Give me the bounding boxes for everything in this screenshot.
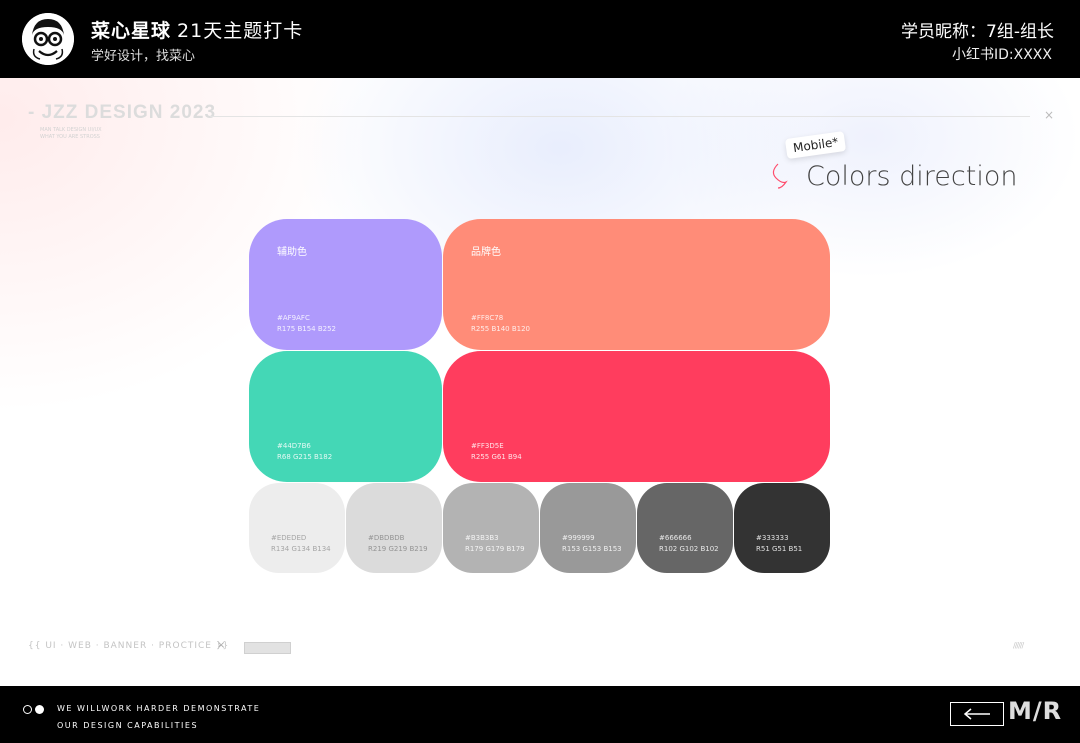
section-title: Colors direction: [806, 161, 1018, 192]
swatch-values: #DBDBDB R219 G219 B219: [368, 533, 428, 555]
swatch-values: #AF9AFC R175 B154 B252: [277, 313, 336, 335]
swatch-green[interactable]: #44D7B6 R68 G215 B182: [249, 351, 442, 482]
footer-line-1: WE WILLWORK HARDER DEMONSTRATE: [57, 704, 261, 713]
swatch-hex: #FF3D5E: [471, 442, 504, 450]
swatch-values: #EDEDED R134 G134 B134: [271, 533, 331, 555]
close-icon[interactable]: ×: [1044, 108, 1054, 122]
header-bar: 菜心星球 21天主题打卡 学好设计，找菜心 学员昵称：7组-组长 小红书ID:XX…: [0, 0, 1080, 78]
swatch-gray-6[interactable]: #333333 R51 G51 B51: [734, 483, 830, 573]
swatch-rgb: R51 G51 B51: [756, 545, 803, 553]
brand-small-line-2: WHAT YOU ARE STROSS: [40, 134, 100, 140]
placeholder-box: [244, 642, 291, 654]
swatch-label: 辅助色: [277, 247, 307, 258]
brand-heading: - JZZ DESIGN 2023: [28, 102, 217, 123]
swatch-hex: #DBDBDB: [368, 534, 405, 542]
mobile-tag: Mobile*: [784, 130, 847, 160]
hatch-decoration: //////: [1013, 641, 1024, 650]
swatch-assist[interactable]: 辅助色 #AF9AFC R175 B154 B252: [249, 219, 442, 350]
footer-bar: WE WILLWORK HARDER DEMONSTRATE OUR DESIG…: [0, 686, 1080, 743]
swatch-values: #666666 R102 G102 B102: [659, 533, 719, 555]
cartoon-face-icon: [22, 13, 74, 65]
swatch-red[interactable]: #FF3D5E R255 G61 B94: [443, 351, 830, 482]
tagline: 学好设计，找菜心: [91, 49, 196, 64]
swatch-hex: #999999: [562, 534, 595, 542]
brand-small-text: MAN TALK DESIGN UI/UX WHAT YOU ARE STROS…: [40, 127, 102, 141]
swatch-rgb: R179 G179 B179: [465, 545, 525, 553]
swatch-hex: #B3B3B3: [465, 534, 499, 542]
color-canvas: - JZZ DESIGN 2023 MAN TALK DESIGN UI/UX …: [0, 78, 1080, 686]
swatch-rgb: R153 G153 B153: [562, 545, 622, 553]
swatch-hex: #FF8C78: [471, 314, 504, 322]
swatch-hex: #333333: [756, 534, 789, 542]
swatch-label: 品牌色: [471, 247, 501, 258]
swatch-hex: #666666: [659, 534, 692, 542]
event-title: 21天主题打卡: [177, 20, 304, 42]
arrow-left-icon: [963, 708, 990, 720]
swatch-rgb: R102 G102 B102: [659, 545, 719, 553]
swatch-gray-5[interactable]: #666666 R102 G102 B102: [637, 483, 733, 573]
back-button[interactable]: [950, 702, 1004, 726]
swatch-values: #44D7B6 R68 G215 B182: [277, 441, 332, 463]
separator-x: ×: [217, 640, 226, 651]
brand-small-line-1: MAN TALK DESIGN UI/UX: [40, 127, 102, 133]
swatch-rgb: R255 G61 B94: [471, 453, 522, 461]
student-nickname: 学员昵称：7组-组长: [901, 22, 1054, 42]
swatch-values: #FF3D5E R255 G61 B94: [471, 441, 522, 463]
swatch-gray-2[interactable]: #DBDBDB R219 G219 B219: [346, 483, 442, 573]
swatch-values: #B3B3B3 R179 G179 B179: [465, 533, 525, 555]
brand-name: 菜心星球: [91, 20, 172, 42]
brand-title: 菜心星球 21天主题打卡: [91, 16, 303, 43]
swatch-values: #FF8C78 R255 B140 B120: [471, 313, 530, 335]
swatch-hex: #EDEDED: [271, 534, 307, 542]
swatch-rgb: R68 G215 B182: [277, 453, 333, 461]
swatch-rgb: R219 G219 B219: [368, 545, 428, 553]
swatch-rgb: R134 G134 B134: [271, 545, 331, 553]
pager-dot-active-icon[interactable]: [35, 705, 44, 714]
pager-dot-icon[interactable]: [23, 705, 32, 714]
swatch-gray-3[interactable]: #B3B3B3 R179 G179 B179: [443, 483, 539, 573]
swatch-rgb: R255 B140 B120: [471, 325, 531, 333]
footer-line-2: OUR DESIGN CAPABILITIES: [57, 721, 199, 730]
swatch-gray-1[interactable]: #EDEDED R134 G134 B134: [249, 483, 345, 573]
swatch-values: #333333 R51 G51 B51: [756, 533, 802, 555]
swatch-hex: #44D7B6: [277, 442, 311, 450]
swatch-brand[interactable]: 品牌色 #FF8C78 R255 B140 B120: [443, 219, 830, 350]
divider: [210, 116, 1030, 117]
avatar[interactable]: [22, 13, 74, 65]
swatch-gray-4[interactable]: #999999 R153 G153 B153: [540, 483, 636, 573]
xiaohongshu-id: 小红书ID:XXXX: [952, 47, 1052, 63]
swatch-values: #999999 R153 G153 B153: [562, 533, 622, 555]
mr-logo: M/R: [1008, 697, 1063, 725]
swatch-hex: #AF9AFC: [277, 314, 310, 322]
swatch-rgb: R175 B154 B252: [277, 325, 337, 333]
category-tags: {{ UI · WEB · BANNER · PROCTICE }}: [28, 641, 230, 651]
swirl-icon: [772, 163, 788, 189]
